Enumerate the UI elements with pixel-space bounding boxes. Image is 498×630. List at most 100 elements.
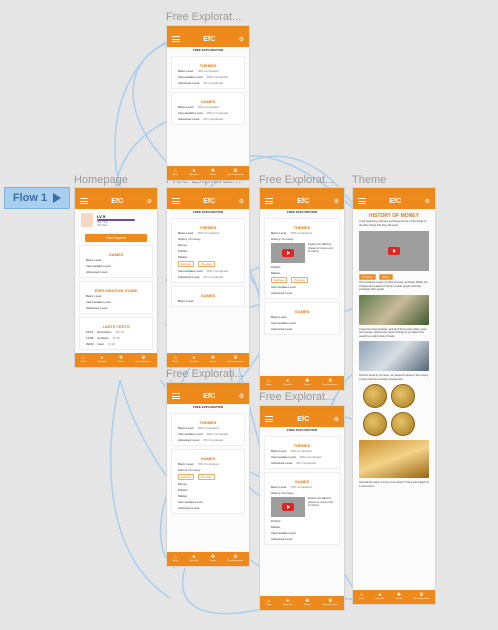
nav-achievements[interactable]: ♛ My achievements	[322, 599, 338, 607]
level-label: Basic Level	[178, 231, 194, 235]
nav-profile[interactable]: ● My profile	[98, 356, 107, 364]
settings-icon[interactable]: ⚙	[239, 198, 244, 205]
nav-profile[interactable]: ● My profile	[283, 599, 292, 607]
home-games-advanced[interactable]: Advanced Level	[80, 269, 152, 275]
nav-home[interactable]: ⌂ Home	[359, 593, 364, 601]
frame-label-free-low: Free Explorati...	[166, 368, 244, 380]
coin-image	[391, 384, 415, 408]
settings-icon[interactable]: ⚙	[334, 416, 339, 423]
game-item-label: History of money	[271, 491, 294, 495]
nav-games[interactable]: ✚ Games	[210, 356, 216, 364]
level-label: Advanced Level	[178, 81, 200, 85]
nav-home[interactable]: ⌂ Home	[173, 555, 178, 563]
menu-icon[interactable]	[172, 393, 180, 399]
gold-bars-photo	[359, 440, 429, 478]
nav-profile[interactable]: ● My profile	[190, 356, 199, 364]
themes-card: THEMES Basic Level 70% Completed Intermed…	[171, 56, 245, 89]
video-caption: Explore the different phases of money an…	[308, 497, 333, 507]
theme-actions: Explore Preview	[265, 276, 339, 284]
nav-profile[interactable]: ● My profile	[190, 555, 199, 563]
app-logo: EfC	[203, 35, 216, 43]
theme-video[interactable]	[359, 231, 429, 271]
nav-achievements[interactable]: ♛ My achievements	[136, 356, 152, 364]
nav-games[interactable]: ✚ Games	[396, 593, 402, 601]
nav-profile[interactable]: ● My profile	[376, 593, 385, 601]
preview-button[interactable]: Preview	[291, 277, 308, 283]
theme-level-advanced[interactable]: Advanced Level 0% Completed	[265, 460, 339, 466]
game-level-advanced[interactable]: Advanced Level	[172, 505, 244, 511]
explore-button[interactable]: Explore	[271, 277, 288, 283]
game-level-advanced[interactable]: Advanced Level	[265, 326, 339, 332]
nav-achievements[interactable]: ♛ My achievements	[322, 379, 338, 387]
nav-home[interactable]: ⌂ Home	[266, 599, 271, 607]
nav-home[interactable]: ⌂ Home	[81, 356, 86, 364]
nav-label: Home	[265, 604, 272, 606]
preview-button[interactable]: Preview	[198, 474, 215, 480]
free-explore-button[interactable]: Free Explore	[85, 234, 147, 242]
theme-level-advanced[interactable]: Advanced Level	[265, 290, 339, 296]
menu-icon[interactable]	[80, 198, 88, 204]
app-bar: EfC ⚙	[260, 193, 344, 209]
themes-card: THEMES Basic Level 70% Completed History …	[264, 218, 340, 299]
game-level-advanced[interactable]: Advanced Level 0% Completed	[172, 116, 244, 122]
theme-level-advanced[interactable]: Advanced Level 0% Completed	[172, 80, 244, 86]
nav-home[interactable]: ⌂ Home	[266, 379, 271, 387]
nav-label: Home	[172, 174, 179, 176]
coin-image	[391, 412, 415, 436]
nav-games[interactable]: ✚ Games	[304, 599, 310, 607]
nav-label: My achievements	[227, 361, 244, 363]
nav-label: My achievements	[227, 174, 244, 176]
home-games-card: GAMES Basic Level Intermediate Level Adv…	[79, 245, 153, 278]
theme-level-advanced[interactable]: Advanced Level 0% Completed	[172, 437, 244, 443]
free-title-text: FREE EXPLORATION	[286, 428, 318, 432]
nav-games[interactable]: ✚ Games	[210, 555, 216, 563]
game-level-basic[interactable]: Basic Level	[172, 298, 244, 304]
nav-profile[interactable]: ● My profile	[190, 169, 199, 177]
themes-card: THEMES Basic Level 70% Completed History …	[171, 218, 245, 283]
play-video-icon	[282, 503, 294, 511]
settings-icon[interactable]: ⚙	[147, 198, 152, 205]
level-label: Intermediate Level	[86, 300, 111, 304]
nav-achievements[interactable]: ♛ My achievements	[228, 555, 244, 563]
nav-achievements[interactable]: ♛ My achievements	[414, 593, 430, 601]
level-label: Intermediate Level	[178, 500, 203, 504]
level-label: Intermediate Level	[178, 269, 203, 273]
theme-level-advanced[interactable]: Advanced Level 0% Completed	[172, 274, 244, 280]
nav-games[interactable]: ✚ Games	[118, 356, 124, 364]
theme-item-label: Politics	[271, 265, 281, 269]
settings-icon[interactable]: ⚙	[425, 198, 430, 205]
level-label: Basic Level	[271, 449, 287, 453]
level-label: Basic Level	[271, 485, 287, 489]
nav-home[interactable]: ⌂ Home	[173, 169, 178, 177]
settings-icon[interactable]: ⚙	[334, 198, 339, 205]
explore-button[interactable]: Explore	[178, 261, 195, 267]
nav-profile[interactable]: ● My profile	[283, 379, 292, 387]
nav-home[interactable]: ⌂ Home	[173, 356, 178, 364]
settings-icon[interactable]: ⚙	[239, 393, 244, 400]
video-thumbnail[interactable]	[271, 497, 305, 517]
settings-icon[interactable]: ⚙	[239, 36, 244, 43]
practice-button[interactable]: Practice	[359, 274, 376, 280]
game-level-advanced[interactable]: Advanced Level	[265, 536, 339, 542]
coin-image	[363, 384, 387, 408]
menu-icon[interactable]	[172, 198, 180, 204]
menu-icon[interactable]	[358, 198, 366, 204]
menu-icon[interactable]	[265, 416, 273, 422]
nav-achievements[interactable]: ♛ My achievements	[228, 356, 244, 364]
play-button[interactable]: Explore	[178, 474, 195, 480]
nav-games[interactable]: ✚ Games	[304, 379, 310, 387]
video-thumbnail[interactable]	[271, 243, 305, 263]
study-button[interactable]: Study	[378, 274, 393, 280]
menu-icon[interactable]	[265, 198, 273, 204]
home-guide-advanced[interactable]: Advanced Level	[80, 305, 152, 311]
flow-start-button[interactable]: Flow 1	[4, 187, 70, 209]
menu-icon[interactable]	[172, 36, 180, 42]
nav-games[interactable]: ✚ Games	[210, 169, 216, 177]
level-progress: 70% Completed	[197, 69, 219, 73]
preview-button[interactable]: Preview	[198, 261, 215, 267]
nav-label: Games	[209, 174, 217, 176]
nav-achievements[interactable]: ♛ My achievements	[228, 169, 244, 177]
level-progress: 70% Completed	[197, 105, 219, 109]
test-row[interactable]: 09/02 Hero 6/ 10	[80, 341, 152, 347]
avatar[interactable]	[81, 213, 93, 227]
